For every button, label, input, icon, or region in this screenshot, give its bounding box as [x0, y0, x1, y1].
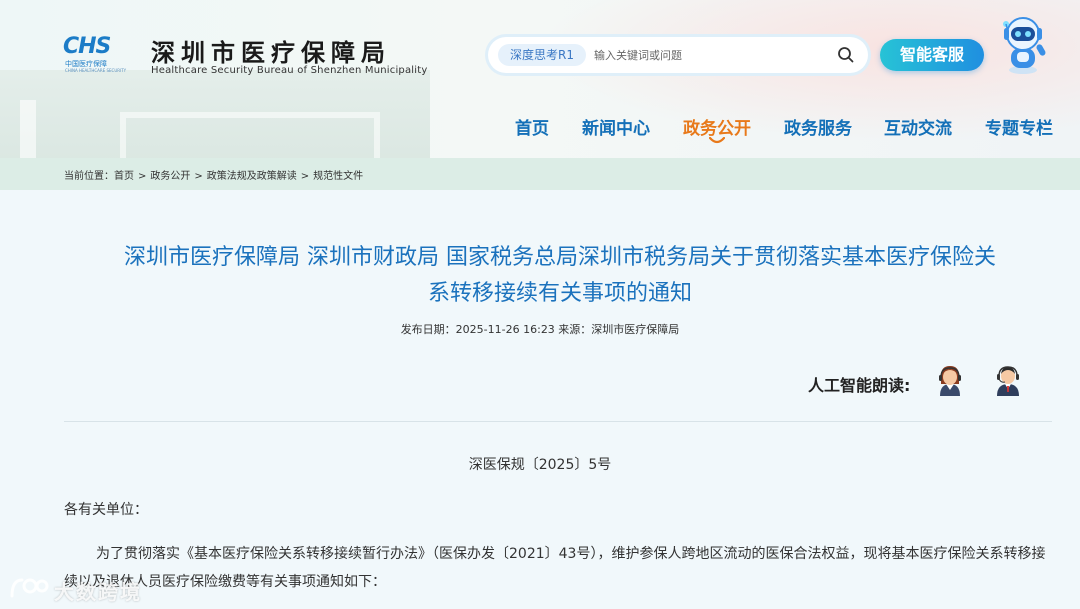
article-paragraph: 为了贯彻落实《基本医疗保险关系转移接续暂行办法》（医保办发〔2021〕43号），…: [64, 546, 1046, 590]
search-bar: 深度思考R1: [488, 37, 868, 73]
breadcrumb-separator: >: [138, 171, 147, 182]
ai-reader-label: 人工智能朗读:: [808, 376, 911, 395]
watermark-text: 大数跨境: [54, 580, 142, 604]
document-number: 深医保规〔2025〕5号: [468, 457, 612, 473]
nav-special-topics[interactable]: 专题专栏: [985, 114, 1053, 139]
article-meta: 发布日期：2025-11-26 16:23 来源：深圳市医疗保障局: [400, 323, 680, 336]
search-input[interactable]: [594, 43, 824, 67]
male-reader-icon[interactable]: [992, 362, 1024, 398]
org-name-en: Healthcare Security Bureau of Shenzhen M…: [151, 65, 428, 76]
nav-home[interactable]: 首页: [515, 114, 549, 139]
female-reader-icon[interactable]: [934, 362, 966, 398]
robot-mascot-icon[interactable]: [998, 14, 1048, 76]
logo-subtitle-en: CHINA HEALTHCARE SECURITY: [65, 68, 127, 73]
nav-news-center[interactable]: 新闻中心: [582, 114, 650, 139]
breadcrumb-item-home[interactable]: 首页: [114, 171, 134, 182]
breadcrumb-bar: 当前位置：首页 > 政务公开 > 政策法规及政策解读 > 规范性文件: [0, 158, 1080, 190]
article-title-line1: 深圳市医疗保障局 深圳市财政局 国家税务总局深圳市税务局关于贯彻落实基本医疗保险…: [124, 245, 996, 270]
breadcrumb-item-disclosure[interactable]: 政务公开: [150, 171, 190, 182]
article-title: 深圳市医疗保障局 深圳市财政局 国家税务总局深圳市税务局关于贯彻落实基本医疗保险…: [60, 240, 1060, 312]
breadcrumb-item-policy[interactable]: 政策法规及政策解读: [207, 171, 297, 182]
breadcrumb-item-normative-docs[interactable]: 规范性文件: [313, 171, 363, 182]
breadcrumb-separator: >: [194, 171, 203, 182]
salutation: 各有关单位：: [64, 502, 148, 518]
content-divider: [64, 421, 1052, 422]
breadcrumb-prefix: 当前位置：: [64, 171, 114, 182]
search-icon[interactable]: [836, 45, 856, 65]
nav-interaction[interactable]: 互动交流: [884, 114, 952, 139]
site-header: CHS 中国医疗保障 CHINA HEALTHCARE SECURITY 深圳市…: [0, 0, 1080, 158]
chs-logo[interactable]: CHS 中国医疗保障 CHINA HEALTHCARE SECURITY: [63, 34, 129, 74]
main-navigation: 首页 新闻中心 政务公开 政务服务 互动交流 专题专栏: [0, 114, 1080, 144]
watermark: 大数跨境: [8, 574, 140, 604]
article-content: 深圳市医疗保障局 深圳市财政局 国家税务总局深圳市税务局关于贯彻落实基本医疗保险…: [0, 190, 1080, 609]
ai-customer-service-button[interactable]: 智能客服: [880, 39, 984, 71]
nav-government-affairs-disclosure[interactable]: 政务公开: [683, 114, 751, 139]
breadcrumb-separator: >: [300, 171, 310, 182]
nav-active-indicator-icon: [709, 137, 725, 144]
org-name-cn: 深圳市医疗保障局: [151, 39, 391, 67]
deep-think-tag[interactable]: 深度思考R1: [498, 44, 586, 66]
nav-government-services[interactable]: 政务服务: [784, 114, 852, 139]
breadcrumb: 当前位置：首页 > 政务公开 > 政策法规及政策解读 > 规范性文件: [64, 167, 363, 182]
logo-mark: CHS: [63, 34, 111, 59]
watermark-logo-icon: [10, 578, 49, 598]
article-title-line2: 系转移接续有关事项的通知: [427, 281, 692, 306]
